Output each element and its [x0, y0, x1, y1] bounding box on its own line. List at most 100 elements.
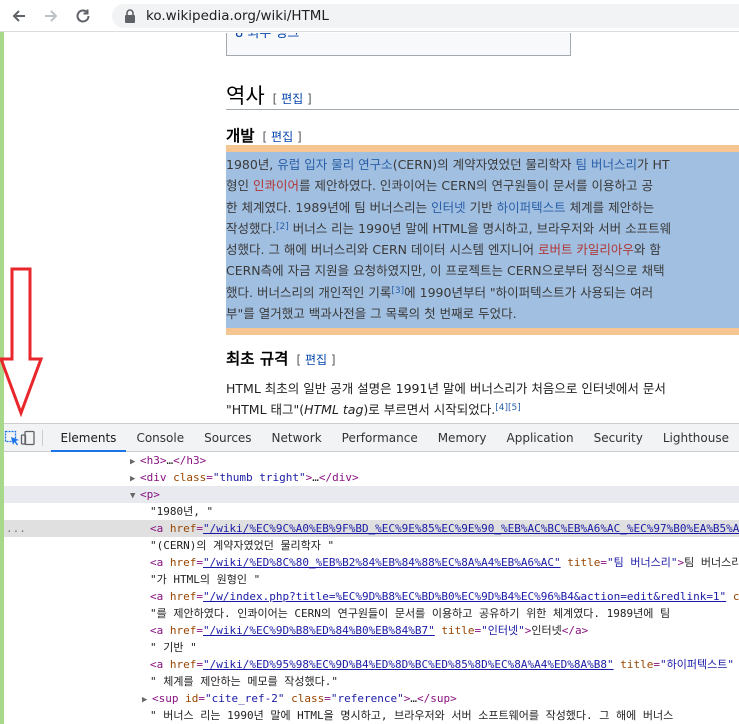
subsection-edit-link: [ 편집 ] — [262, 130, 302, 144]
device-toolbar-button[interactable] — [20, 425, 36, 451]
tab-memory[interactable]: Memory — [428, 424, 497, 452]
red-link[interactable]: 로버트 카일리아우 — [538, 242, 634, 257]
red-arrow-annotation — [0, 267, 44, 417]
node-tag: = — [196, 624, 203, 637]
tab-divider — [42, 429, 43, 446]
node-attr: title — [567, 556, 601, 569]
citation-link[interactable]: [4] — [495, 403, 508, 413]
dom-node-row[interactable]: "를 제안하였다. 인콰이어는 CERN의 연구원들이 문서를 이용하고 공유하… — [4, 605, 739, 622]
node-tag: = — [196, 556, 203, 569]
paragraph-line: 한 체계였다. 1989년에 팀 버너스리는 인터넷 기반 하이퍼텍스트 체계를… — [226, 197, 739, 218]
inspect-element-button[interactable] — [4, 425, 20, 451]
dom-node-row[interactable]: " 체계를 제안하는 메모를 작성했다." — [4, 673, 739, 690]
node-attr: id — [185, 692, 199, 705]
tab-sources[interactable]: Sources — [194, 424, 261, 452]
node-href[interactable]: "/wiki/%EC%9D%B8%ED%84%B0%EB%84%B7" — [203, 624, 435, 637]
paragraph-text: 기반 — [465, 199, 497, 215]
node-txt: "1980년, " — [150, 505, 214, 518]
node-val: "thumb tright" — [212, 471, 306, 484]
toc-partial-item[interactable]: 8 외부 링크 — [235, 33, 299, 41]
node-tag — [726, 590, 733, 603]
paragraph-line: CERN측에 자금 지원을 요청하였지만, 이 프로젝트는 CERN으로부터 정… — [226, 260, 739, 281]
citation-link[interactable]: [2] — [276, 222, 289, 232]
node-attr: href — [169, 658, 197, 671]
lock-icon — [125, 9, 135, 23]
section-edit-link: [ 편집 ] — [272, 92, 312, 106]
node-tag: = — [206, 471, 213, 484]
node-href[interactable]: "/w/index.php?title=%EC%9D%B8%EC%BD%B0%E… — [203, 590, 726, 603]
paragraph-line: 했다. 버너스리의 개인적인 기록[3]에 1990년부터 "하이퍼텍스트가 사… — [226, 282, 739, 303]
dom-node-row[interactable]: " 버너스 리는 1990년 말에 HTML을 명시하고, 브라우저와 서버 소… — [4, 707, 739, 724]
tab-application[interactable]: Application — [497, 424, 584, 452]
node-attr: href — [169, 522, 197, 535]
dom-node-row[interactable]: <a href="/wiki/%ED%8C%80_%EB%B2%84%EB%84… — [4, 554, 739, 571]
tab-lighthouse[interactable]: Lighthouse — [653, 424, 739, 452]
node-attr: href — [169, 624, 197, 637]
dom-node-row[interactable]: " 기반 " — [4, 639, 739, 656]
dom-node-row[interactable]: ▶ <sup id="cite_ref-2" class="reference">… — [4, 690, 739, 707]
dom-node-row[interactable]: <a href="/wiki/%EC%9D%B8%ED%84%B0%EB%84%… — [4, 622, 739, 639]
elements-tree: ▶ <h3>…</h3> ▶ <div class="thumb tright">…<… — [4, 452, 739, 724]
dom-node-row[interactable]: <a href="/wiki/%ED%95%98%EC%9D%B4%ED%8D%… — [4, 656, 739, 673]
forward-button[interactable] — [38, 3, 64, 29]
red-link[interactable]: 인콰이어 — [253, 178, 299, 193]
dom-node-row[interactable]: ▶ <div class="thumb tright">…</div> — [4, 469, 739, 486]
arrow-right-icon — [45, 9, 58, 22]
node-href[interactable]: "/wiki/%ED%95%98%EC%9D%B4%ED%8D%BC%ED%85… — [203, 658, 614, 671]
reload-button[interactable] — [70, 3, 96, 29]
node-attr: href — [169, 556, 197, 569]
citation-link[interactable]: [3] — [391, 286, 404, 296]
subsection-heading-first-spec: 최초 규격[ 편집 ] — [226, 350, 336, 368]
tab-elements[interactable]: Elements — [50, 424, 127, 452]
tab-network[interactable]: Network — [262, 424, 332, 452]
tab-security[interactable]: Security — [584, 424, 653, 452]
node-attr: title — [620, 658, 654, 671]
node-tag: = — [196, 590, 203, 603]
node-href[interactable]: "/wiki/%ED%8C%80_%EB%B2%84%EB%84%88%EC%8… — [203, 556, 561, 569]
node-tag: <a — [150, 590, 170, 603]
dom-node-row[interactable]: <a href="/w/index.php?title=%EC%9D%B8%EC… — [4, 588, 739, 605]
paragraph-text: (CERN)의 계약자였었던 물리학자 — [392, 157, 576, 172]
paragraph-text: 가 HT — [637, 157, 670, 172]
back-button[interactable] — [6, 3, 32, 29]
node-attr: class — [291, 692, 325, 705]
wiki-link[interactable]: 하이퍼텍스트 — [497, 200, 566, 215]
node-tag: </sup> — [416, 692, 457, 705]
wiki-link[interactable]: 인터넷 — [431, 200, 466, 215]
dom-node-row[interactable]: ▼ <p> — [4, 486, 739, 503]
url-text: ko.wikipedia.org/wiki/HTML — [146, 8, 329, 24]
paragraph-line: 1980년, 유럽 입자 물리 연구소(CERN)의 계약자였었던 물리학자 팀… — [226, 154, 739, 175]
node-tag: = — [324, 692, 331, 705]
node-val: "하이퍼텍스트" — [659, 658, 734, 671]
node-attr: cl — [732, 590, 739, 603]
node-href[interactable]: "/wiki/%EC%9C%A0%EB%9F%BD_%EC%9E%85%EC%9… — [203, 522, 739, 535]
paragraph-line: 부"를 열거했고 백과사전을 그 목록의 첫 번째로 두었다. — [226, 303, 739, 324]
node-txt: "(CERN)의 계약자였었던 물리학자 " — [150, 539, 335, 552]
devtools-tab-bar: Elements Console Sources Network Performance… — [4, 424, 739, 452]
paragraph-text: 체계를 제안하는 — [565, 199, 655, 215]
node-txt: "가 HTML의 원형인 " — [150, 573, 261, 586]
dom-node-row[interactable]: "1980년, " — [4, 503, 739, 520]
node-val: "팀 버너스리" — [607, 556, 678, 569]
tab-performance[interactable]: Performance — [332, 424, 428, 452]
dom-node-row[interactable]: ... <a href="/wiki/%EC%9C%A0%EB%9F%BD_%EC… — [4, 520, 739, 537]
paragraph-text: 했다. 버너스리의 개인적인 기록 — [226, 284, 392, 300]
dom-node-row[interactable]: "(CERN)의 계약자였었던 물리학자 " — [4, 537, 739, 554]
node-tag: <a — [150, 624, 170, 637]
wiki-link[interactable]: 유럽 입자 물리 연구소 — [277, 157, 392, 172]
tab-console[interactable]: Console — [126, 424, 194, 452]
dom-node-row[interactable]: "가 HTML의 원형인 " — [4, 571, 739, 588]
device-mobile-icon — [20, 430, 35, 445]
node-tag: <h3> — [140, 454, 167, 467]
address-bar[interactable]: ko.wikipedia.org/wiki/HTML — [112, 4, 739, 28]
node-txt: " 버너스 리는 1990년 말에 HTML을 명시하고, 브라우저와 서버 소… — [150, 709, 674, 722]
dom-node-row[interactable]: ▶ <h3>…</h3> — [4, 452, 739, 469]
browser-toolbar: ko.wikipedia.org/wiki/HTML — [0, 0, 739, 32]
node-tag: </a> — [561, 624, 589, 637]
paragraph-text: 에 1990년부터 "하이퍼텍스트가 사용되는 여러 — [404, 284, 654, 300]
node-options-icon[interactable]: ... — [6, 520, 26, 537]
citation-link[interactable]: [5] — [508, 403, 521, 413]
wiki-link[interactable]: 팀 버너스리 — [576, 157, 637, 172]
paragraph-line: 작성했다.[2] 버너스 리는 1990년 말에 HTML을 명시하고, 브라우… — [226, 218, 739, 239]
page-content: 8 외부 링크 역사[ 편집 ] 개발[ 편집 ] 1980년, 유럽 입자 물… — [4, 33, 739, 423]
